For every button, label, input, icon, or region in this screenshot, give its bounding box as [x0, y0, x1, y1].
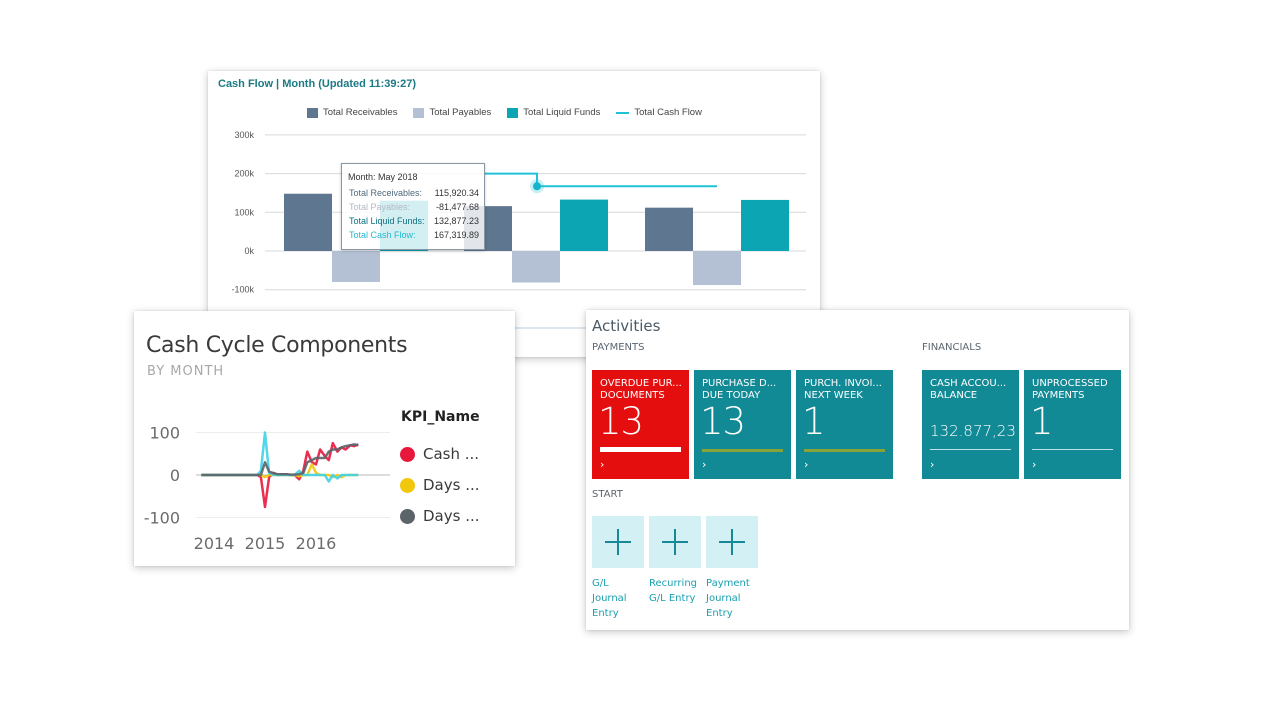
tile-value: 1 [1030, 400, 1054, 443]
y-tick-label: 0k [244, 246, 254, 256]
bar-total-liquid-funds [741, 199, 789, 251]
plus-icon [605, 529, 631, 555]
y-tick-label: 0 [170, 466, 180, 485]
cash-cycle-card: Cash Cycle Components BY MONTH 100 0 -100 2… [134, 311, 515, 566]
bar-total-payables [512, 251, 560, 283]
tile-label: PURCH. INVOI... NEXT WEEK [804, 378, 882, 401]
tile-label: CASH ACCOU... BALANCE [930, 378, 1007, 401]
start-link-payment-journal-entry[interactable]: Payment Journal Entry [706, 576, 761, 621]
chart-tooltip: Month: May 2018 Total Receivables: 115,9… [341, 163, 485, 250]
y-tick-label: -100 [144, 509, 180, 528]
tooltip-value: -81,477.68 [435, 202, 479, 212]
payments-section-label: PAYMENTS [592, 342, 645, 353]
y-tick-label: -100k [231, 285, 254, 295]
plus-icon [662, 529, 688, 555]
chevron-right-icon[interactable]: › [600, 458, 604, 471]
tooltip-header: Month: May 2018 [348, 172, 418, 182]
tooltip-value: 167,319.89 [433, 230, 479, 240]
legend-label: Cash ... [423, 445, 480, 463]
tile-value: 132.877,23 [930, 422, 1016, 440]
tile-indicator-bar [702, 449, 783, 452]
tile-label: OVERDUE PUR... DOCUMENTS [600, 378, 682, 401]
y-tick-label: 100 [149, 424, 180, 443]
chevron-right-icon[interactable]: › [702, 458, 706, 471]
y-tick-label: 100k [234, 207, 254, 217]
plus-icon [719, 529, 745, 555]
tile-label: UNPROCESSED PAYMENTS [1032, 378, 1108, 401]
start-section-label: START [592, 489, 623, 500]
tile-purchase-documents-due-today[interactable]: PURCHASE D... DUE TODAY 13 › [694, 370, 791, 479]
tooltip-row: Total Receivables: 115,920.34 [349, 188, 479, 198]
bar-total-receivables [284, 193, 332, 251]
y-tick-label: 200k [234, 169, 254, 179]
tooltip-row: Total Payables: -81,477.68 [349, 202, 479, 212]
bar-total-liquid-funds [560, 199, 608, 251]
x-tick-label: 2015 [245, 534, 286, 553]
financials-section-label: FINANCIALS [922, 342, 982, 353]
legend-dot [400, 477, 415, 493]
kpi-legend-item[interactable]: Days ... [400, 507, 480, 525]
start-tile-recurring-gl-entry[interactable] [649, 516, 701, 568]
chevron-right-icon[interactable]: › [1032, 458, 1036, 471]
series-line [201, 443, 359, 477]
chevron-right-icon[interactable]: › [804, 458, 808, 471]
tile-indicator-bar [930, 449, 1011, 450]
kpi-legend-item[interactable]: Cash ... [400, 445, 479, 463]
start-link-gl-journal-entry[interactable]: G/L Journal Entry [592, 576, 647, 621]
activities-title: Activities [592, 317, 661, 335]
bar-total-receivables [645, 207, 693, 251]
tile-indicator-bar [1032, 449, 1113, 450]
tile-value: 13 [700, 400, 746, 443]
tile-value: 13 [598, 400, 644, 443]
tooltip-key: Total Payables: [349, 202, 411, 212]
tile-indicator-bar [600, 447, 681, 452]
tooltip-key: Total Liquid Funds: [349, 216, 425, 226]
kpi-legend-item[interactable]: Days ... [400, 476, 480, 494]
kpi-legend-title: KPI_Name [401, 409, 480, 425]
start-tile-payment-journal-entry[interactable] [706, 516, 758, 568]
tile-unprocessed-payments[interactable]: UNPROCESSED PAYMENTS 1 › [1024, 370, 1121, 479]
x-tick-label: 2016 [296, 534, 337, 553]
tooltip-key: Total Receivables: [349, 188, 423, 198]
start-tile-gl-journal-entry[interactable] [592, 516, 644, 568]
tile-purchase-invoices-next-week[interactable]: PURCH. INVOI... NEXT WEEK 1 › [796, 370, 893, 479]
cash-flow-point [533, 182, 541, 191]
cash-cycle-chart: 100 0 -100 2014 2015 2016 [144, 424, 390, 553]
bar-total-payables [693, 251, 741, 286]
tile-overdue-purchase-documents[interactable]: OVERDUE PUR... DOCUMENTS 13 › [592, 370, 689, 479]
x-tick-label: 2014 [194, 534, 235, 553]
tooltip-row: Total Liquid Funds: 132,877.23 [349, 216, 479, 226]
line-total-cash-flow [484, 172, 717, 188]
tile-value: 1 [802, 400, 826, 443]
tile-indicator-bar [804, 449, 885, 452]
y-tick-label: 300k [234, 130, 254, 140]
tile-cash-accounts-balance[interactable]: CASH ACCOU... BALANCE 132.877,23 › [922, 370, 1019, 479]
legend-label: Days ... [423, 507, 480, 525]
bar-total-payables [332, 251, 380, 282]
tooltip-key: Total Cash Flow: [349, 230, 416, 240]
legend-label: Days ... [423, 476, 480, 494]
legend-dot [400, 446, 415, 462]
tooltip-value: 115,920.34 [434, 188, 479, 198]
tooltip-value: 132,877.23 [433, 216, 479, 226]
activities-card: Activities PAYMENTS FINANCIALS OVERDUE P… [586, 310, 1129, 630]
chevron-right-icon[interactable]: › [930, 458, 934, 471]
tooltip-row: Total Cash Flow: 167,319.89 [349, 230, 479, 240]
start-link-recurring-gl-entry[interactable]: Recurring G/L Entry [649, 576, 704, 606]
legend-dot [400, 508, 415, 524]
tile-label: PURCHASE D... DUE TODAY [702, 378, 777, 401]
